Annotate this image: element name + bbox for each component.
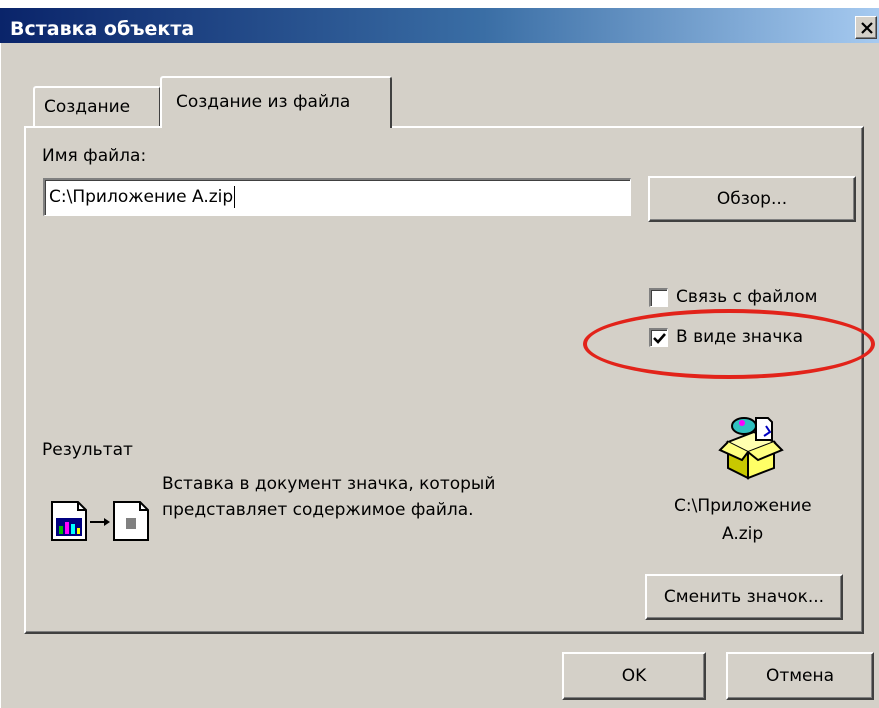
browse-button[interactable]: Обзор... <box>648 176 856 222</box>
result-description-line2: представляет содержимое файла. <box>162 500 474 520</box>
filename-value: C:\Приложение A.zip <box>49 187 234 207</box>
link-checkbox[interactable] <box>649 288 668 307</box>
highlight-ellipse <box>583 309 875 379</box>
change-icon-button[interactable]: Сменить значок... <box>645 574 843 620</box>
result-description-line1: Вставка в документ значка, который <box>162 474 496 494</box>
filename-label: Имя файла: <box>42 146 147 166</box>
document-chart-icon <box>51 501 87 541</box>
text-caret <box>234 186 236 208</box>
cancel-button[interactable]: Отмена <box>726 652 874 700</box>
package-icon <box>718 417 784 480</box>
ok-button[interactable]: OK <box>562 652 706 700</box>
document-icon <box>113 501 149 541</box>
icon-caption-line2: A.zip <box>722 524 764 544</box>
result-diagram-icon <box>51 501 149 541</box>
link-checkbox-label: Связь с файлом <box>676 287 818 307</box>
icon-caption-line1: C:\Приложение <box>674 496 812 516</box>
filename-input[interactable]: C:\Приложение A.zip <box>43 178 631 216</box>
result-heading: Результат <box>42 440 133 460</box>
